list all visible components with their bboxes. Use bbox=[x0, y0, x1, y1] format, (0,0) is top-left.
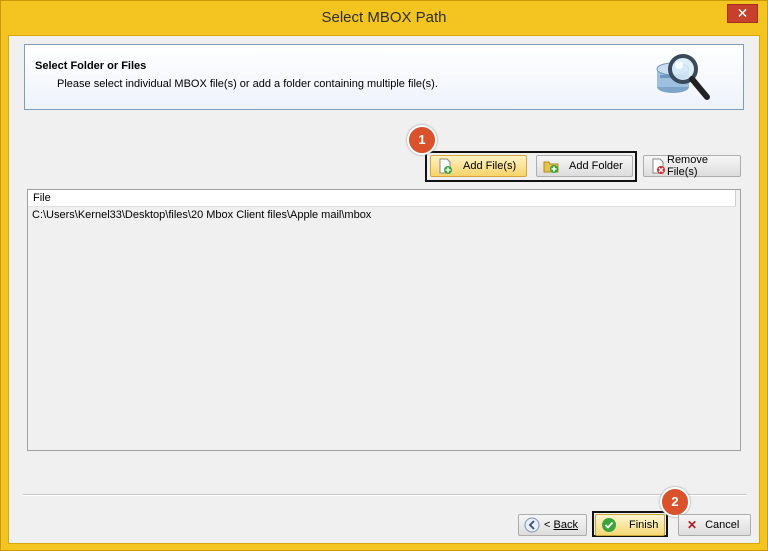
header-title: Select Folder or Files bbox=[35, 60, 147, 72]
step-2-badge: 2 bbox=[660, 487, 690, 517]
add-folder-icon bbox=[543, 161, 559, 173]
finish-button[interactable]: Finish bbox=[595, 514, 665, 536]
search-database-icon bbox=[656, 54, 710, 100]
header-description: Please select individual MBOX file(s) or… bbox=[57, 78, 438, 90]
footer-separator bbox=[23, 494, 747, 496]
step-1-badge: 1 bbox=[407, 125, 437, 155]
remove-file-icon bbox=[652, 158, 665, 174]
cancel-button[interactable]: ✕ Cancel bbox=[678, 514, 751, 536]
file-list-row[interactable]: C:\Users\Kernel33\Desktop\files\20 Mbox … bbox=[32, 209, 371, 221]
add-files-button[interactable]: Add File(s) bbox=[430, 155, 527, 177]
remove-files-label: Remove File(s) bbox=[667, 154, 708, 178]
dialog-window: Select MBOX Path ✕ Select Folder or File… bbox=[0, 0, 768, 551]
file-column-header[interactable]: File bbox=[28, 190, 736, 207]
back-button[interactable]: < Back bbox=[518, 514, 587, 536]
add-file-icon bbox=[439, 158, 452, 174]
add-folder-button[interactable]: Add Folder bbox=[536, 155, 633, 177]
close-icon: ✕ bbox=[736, 5, 749, 21]
add-folder-label: Add Folder bbox=[569, 160, 623, 172]
dialog-body: Select Folder or Files Please select ind… bbox=[8, 35, 760, 544]
finish-label: Finish bbox=[629, 519, 659, 531]
file-list[interactable]: File C:\Users\Kernel33\Desktop\files\20 … bbox=[27, 189, 741, 451]
remove-files-button[interactable]: Remove File(s) bbox=[643, 154, 741, 178]
add-files-label: Add File(s) bbox=[463, 160, 517, 172]
cancel-icon: ✕ bbox=[687, 518, 698, 532]
window-title: Select MBOX Path bbox=[321, 9, 447, 26]
back-arrow-icon bbox=[524, 517, 540, 533]
back-label: < Back bbox=[544, 519, 578, 531]
header-panel: Select Folder or Files Please select ind… bbox=[24, 44, 744, 110]
close-button[interactable]: ✕ bbox=[727, 4, 758, 23]
title-bar[interactable]: Select MBOX Path ✕ bbox=[1, 1, 767, 35]
checkmark-icon bbox=[602, 518, 616, 532]
cancel-label: Cancel bbox=[705, 519, 740, 531]
